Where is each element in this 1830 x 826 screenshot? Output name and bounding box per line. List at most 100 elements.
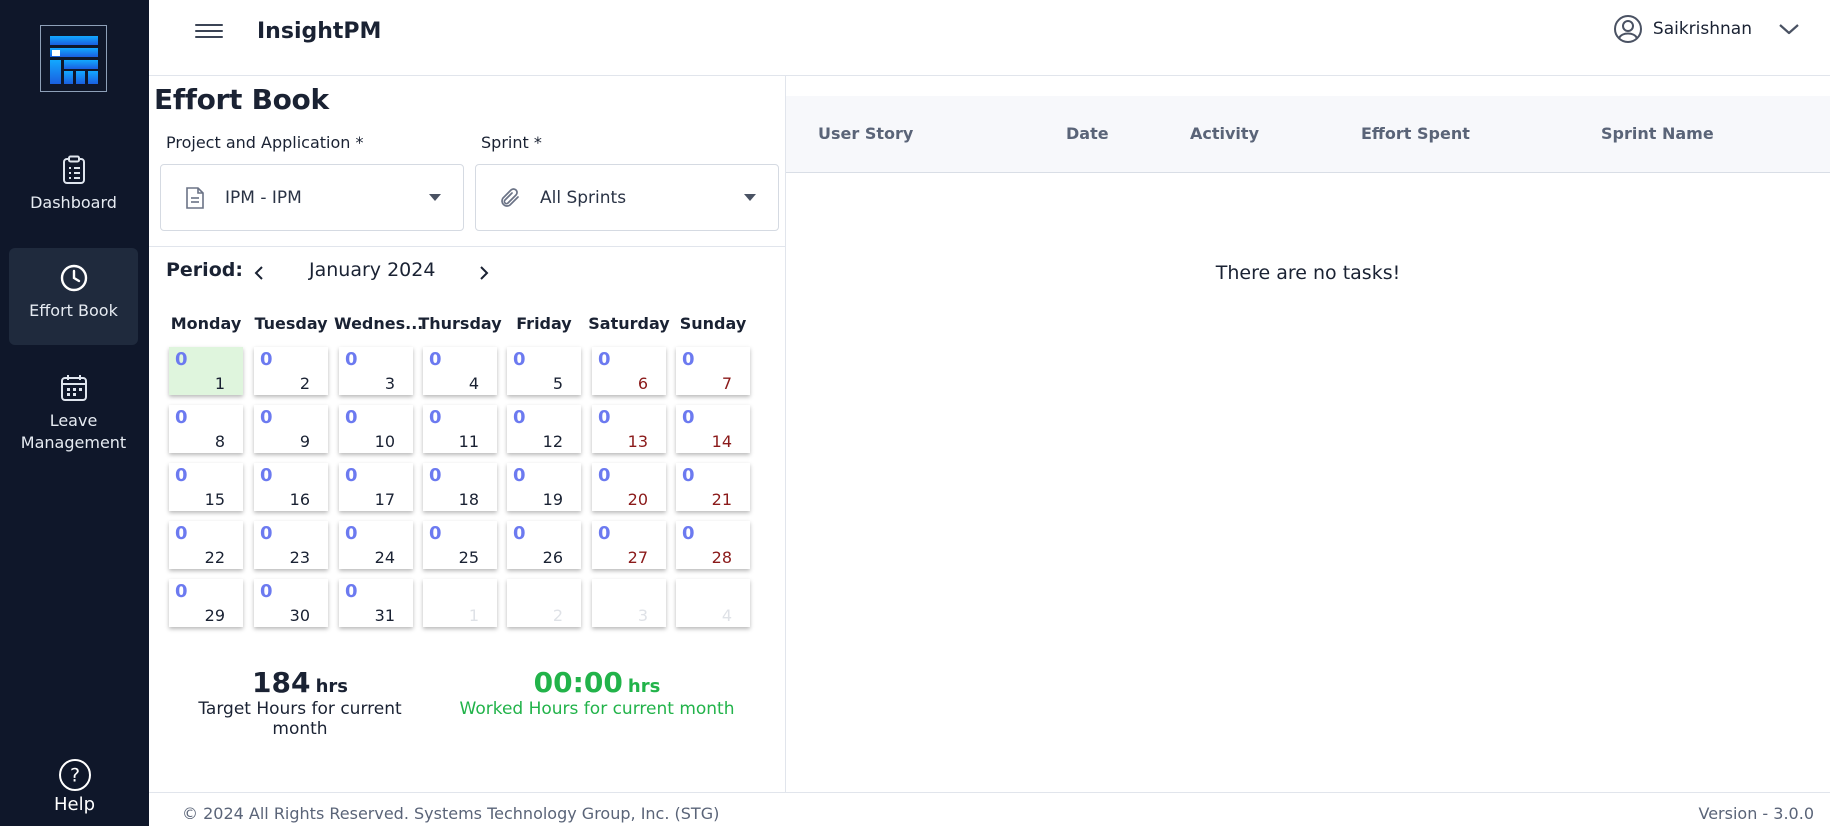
- calendar-day[interactable]: 06: [592, 347, 666, 395]
- day-hours: 0: [345, 407, 358, 428]
- day-hours: 0: [513, 349, 526, 370]
- sidebar-item-label: Dashboard: [30, 193, 117, 212]
- day-number: 6: [637, 374, 648, 393]
- calendar-day[interactable]: 0 20: [592, 463, 666, 511]
- sidebar-item-label: Effort Book: [29, 301, 118, 320]
- previous-month-button[interactable]: [247, 261, 271, 285]
- calendar-day[interactable]: 0 13: [592, 405, 666, 453]
- day-number: 29: [204, 606, 225, 625]
- calendar-day[interactable]: 0 15: [169, 463, 243, 511]
- day-number: 3: [384, 374, 395, 393]
- column-header-user-story[interactable]: User Story: [818, 124, 913, 143]
- calendar-day[interactable]: 07: [676, 347, 750, 395]
- calendar-day[interactable]: 0 22: [169, 521, 243, 569]
- day-number: 25: [458, 548, 479, 567]
- copyright-text: © 2024 All Rights Reserved. Systems Tech…: [182, 804, 720, 823]
- day-number: 22: [204, 548, 225, 567]
- day-hours: 0: [682, 465, 695, 486]
- calendar-day[interactable]: 0 11: [423, 405, 497, 453]
- day-number: 2: [299, 374, 310, 393]
- calendar-day[interactable]: 08: [169, 405, 243, 453]
- app-logo[interactable]: [40, 25, 107, 92]
- day-number: 17: [374, 490, 395, 509]
- user-avatar-icon: [1613, 15, 1642, 43]
- calendar-day[interactable]: 0 24: [339, 521, 413, 569]
- calendar-day[interactable]: 0 19: [507, 463, 581, 511]
- footer: © 2024 All Rights Reserved. Systems Tech…: [149, 792, 1830, 826]
- day-number: 14: [711, 432, 732, 451]
- column-header-effort-spent[interactable]: Effort Spent: [1361, 124, 1470, 143]
- caret-down-icon: [744, 194, 756, 201]
- calendar-day[interactable]: 0 18: [423, 463, 497, 511]
- target-hours-unit: hrs: [315, 676, 348, 697]
- next-month-button[interactable]: [472, 261, 496, 285]
- calendar-day[interactable]: 0 14: [676, 405, 750, 453]
- worked-hours: 00:00 hrs Worked Hours for current month: [456, 666, 738, 719]
- chevron-down-icon[interactable]: [1778, 22, 1800, 36]
- calendar-day[interactable]: 0 30: [254, 579, 328, 627]
- project-label: Project and Application *: [166, 133, 364, 152]
- column-header-date[interactable]: Date: [1066, 124, 1109, 143]
- calendar-day-outside-month: 4: [676, 579, 750, 627]
- day-hours: 0: [682, 349, 695, 370]
- day-number: 15: [204, 490, 225, 509]
- calendar-day[interactable]: 03: [339, 347, 413, 395]
- caret-down-icon: [429, 194, 441, 201]
- day-hours: 0: [260, 349, 273, 370]
- calendar-day[interactable]: 0 31: [339, 579, 413, 627]
- chevron-right-icon: [480, 266, 489, 280]
- day-number: 2: [552, 606, 563, 625]
- user-menu[interactable]: Saikrishnan: [1613, 14, 1800, 44]
- day-hours: 0: [513, 465, 526, 486]
- day-hours: 0: [598, 407, 611, 428]
- calendar-day[interactable]: 0 27: [592, 521, 666, 569]
- calendar-day[interactable]: 0 17: [339, 463, 413, 511]
- day-number: 30: [289, 606, 310, 625]
- day-hours: 0: [345, 349, 358, 370]
- logo-icon: [49, 35, 98, 84]
- version-text: Version - 3.0.0: [1698, 804, 1815, 823]
- day-number: 12: [542, 432, 563, 451]
- day-hours: 0: [598, 523, 611, 544]
- calendar-day[interactable]: 02: [254, 347, 328, 395]
- day-hours: 0: [175, 581, 188, 602]
- effort-book-panel: Effort Book Project and Application * Sp…: [149, 76, 786, 792]
- help-button[interactable]: ? Help: [0, 758, 149, 815]
- calendar-day[interactable]: 04: [423, 347, 497, 395]
- column-header-sprint-name[interactable]: Sprint Name: [1601, 124, 1714, 143]
- document-icon: [183, 186, 207, 210]
- calendar-day[interactable]: 0 25: [423, 521, 497, 569]
- calendar-day[interactable]: 0 21: [676, 463, 750, 511]
- calendar-day[interactable]: 0 16: [254, 463, 328, 511]
- day-number: 3: [637, 606, 648, 625]
- chevron-left-icon: [254, 266, 263, 280]
- day-number: 20: [627, 490, 648, 509]
- sprint-select[interactable]: All Sprints: [475, 164, 779, 231]
- calendar-day[interactable]: 0 28: [676, 521, 750, 569]
- calendar-day[interactable]: 09: [254, 405, 328, 453]
- sidebar-item-dashboard[interactable]: Dashboard: [9, 154, 138, 226]
- column-header-activity[interactable]: Activity: [1190, 124, 1259, 143]
- calendar-day[interactable]: 0 23: [254, 521, 328, 569]
- day-number: 1: [214, 374, 225, 393]
- menu-icon[interactable]: [195, 20, 223, 46]
- calendar-day[interactable]: 0 10: [339, 405, 413, 453]
- day-number: 7: [721, 374, 732, 393]
- sidebar-item-leave-management[interactable]: Leave Management: [9, 372, 138, 462]
- project-select[interactable]: IPM - IPM: [160, 164, 464, 231]
- calendar-day[interactable]: 05: [507, 347, 581, 395]
- day-number: 10: [374, 432, 395, 451]
- calendar-day[interactable]: 0 26: [507, 521, 581, 569]
- calendar-day[interactable]: 0 29: [169, 579, 243, 627]
- day-number: 8: [214, 432, 225, 451]
- day-hours: 0: [260, 523, 273, 544]
- weekday-label: Sunday: [679, 314, 747, 333]
- calendar-day[interactable]: 0 12: [507, 405, 581, 453]
- sidebar-item-effort-book[interactable]: Effort Book: [9, 248, 138, 345]
- day-hours: 0: [260, 465, 273, 486]
- calendar-day[interactable]: 01: [169, 347, 243, 395]
- day-number: 13: [627, 432, 648, 451]
- day-number: 5: [552, 374, 563, 393]
- target-hours: 184 hrs Target Hours for current month: [169, 666, 431, 739]
- target-hours-label: Target Hours for current month: [198, 699, 402, 739]
